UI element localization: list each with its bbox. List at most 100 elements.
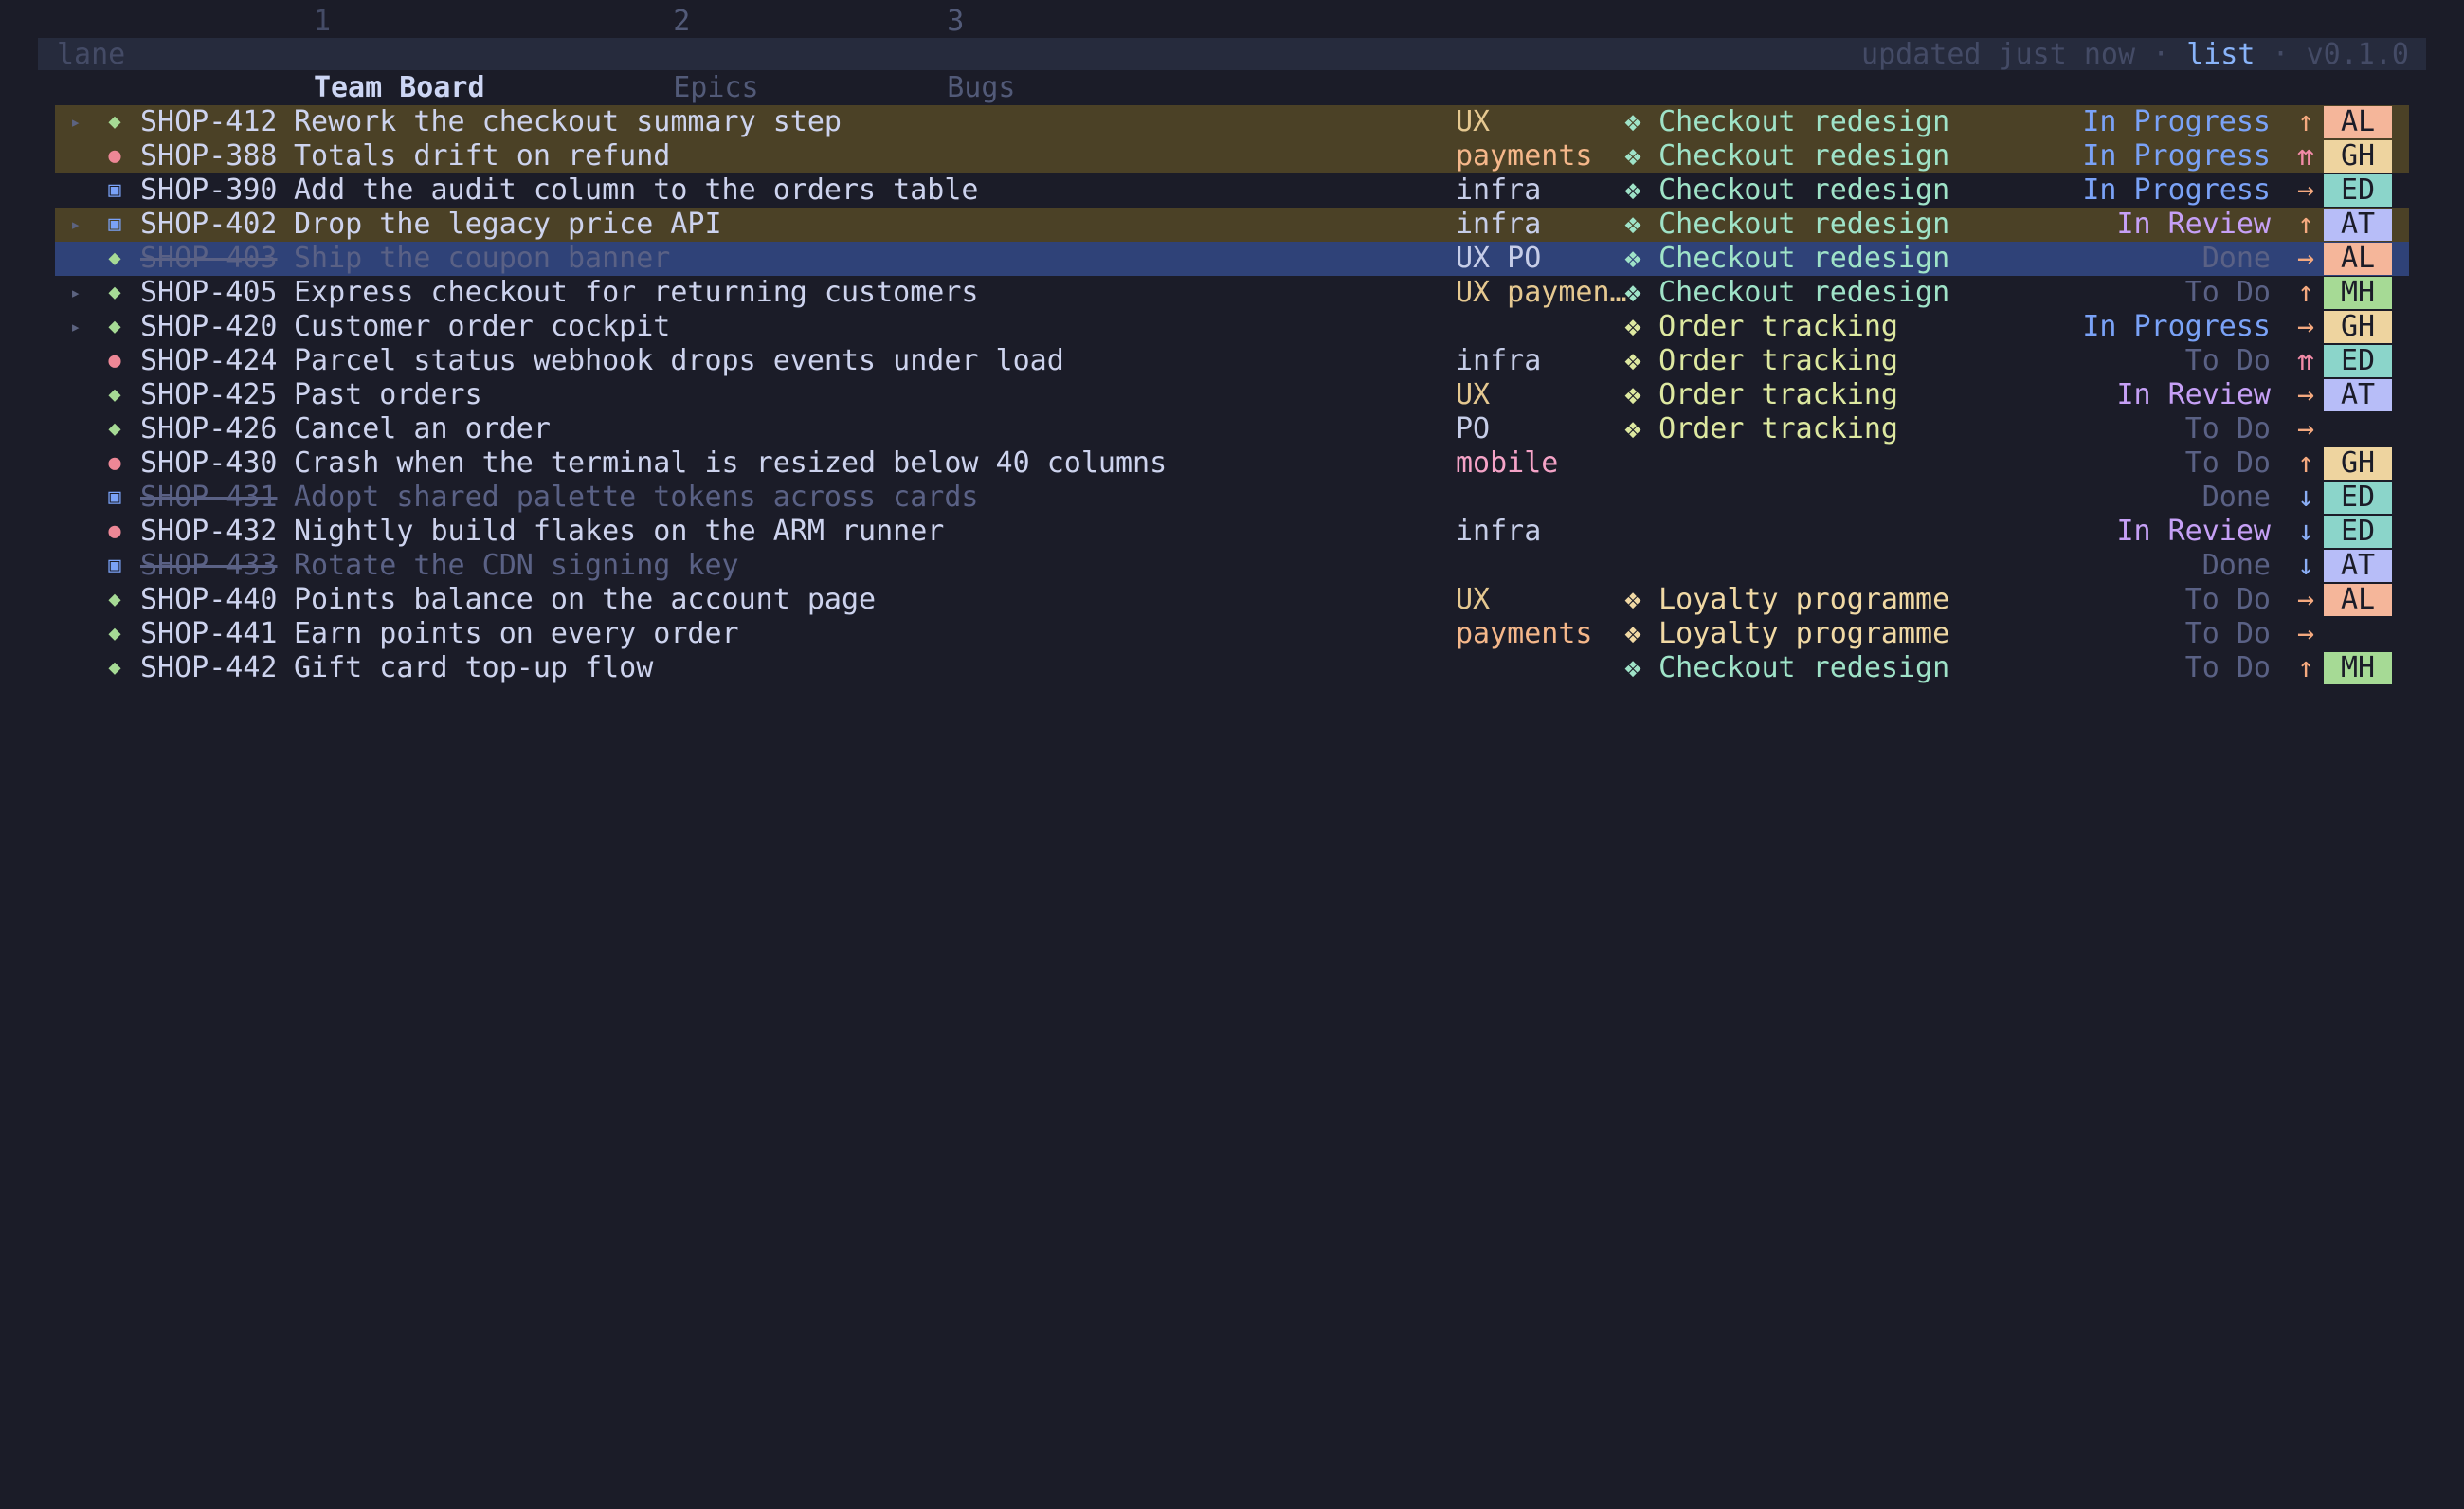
bug-type-icon: ●: [108, 519, 121, 543]
bug-type-icon: ●: [108, 451, 121, 475]
issue-epic: ❖ Loyalty programme: [1624, 583, 1949, 617]
issue-key: SHOP-432: [140, 515, 278, 548]
issue-row[interactable]: ▣ SHOP-390 Add the audit column to the ord…: [55, 173, 2409, 208]
issue-labels: infra: [1456, 208, 1542, 241]
issue-row[interactable]: ▸ ◆ SHOP-420 Customer order cockpit ❖ Order …: [55, 310, 2409, 344]
issue-status: In Progress: [2082, 139, 2271, 173]
issue-labels: infra: [1456, 173, 1542, 207]
issue-title: Ship the coupon banner: [294, 242, 671, 275]
view-mode[interactable]: list: [2186, 38, 2255, 71]
story-type-icon: ◆: [108, 417, 121, 441]
assignee-avatar: ED: [2324, 482, 2392, 514]
issue-row[interactable]: ▸ ◆ SHOP-405 Express checkout for returning…: [55, 276, 2409, 310]
epic-name: Order tracking: [1658, 412, 1898, 445]
epic-name: Order tracking: [1658, 378, 1898, 411]
task-type-icon: ▣: [108, 485, 121, 509]
issue-key: SHOP-426: [140, 412, 278, 445]
assignee-avatar: ED: [2324, 516, 2392, 548]
version-label: v0.1.0: [2306, 37, 2409, 71]
issue-row[interactable]: ◆ SHOP-425 Past orders UX ❖ Order tracking In…: [55, 378, 2409, 412]
bug-type-icon: ●: [108, 144, 121, 168]
issue-labels: UX PO: [1456, 242, 1542, 275]
issue-row[interactable]: ◆ SHOP-426 Cancel an order PO ❖ Order tracki…: [55, 412, 2409, 446]
bug-type-icon: ●: [108, 349, 121, 373]
issue-row[interactable]: ● SHOP-388 Totals drift on refund payments ❖…: [55, 139, 2409, 173]
issue-epic: ❖ Checkout redesign: [1624, 173, 1949, 208]
assignee-avatar: AT: [2324, 209, 2392, 241]
assignee-avatar: AL: [2324, 584, 2392, 616]
story-type-icon: ◆: [108, 246, 121, 270]
story-type-icon: ◆: [108, 281, 121, 304]
issue-labels: UX: [1456, 105, 1491, 138]
tab-number: 2: [673, 4, 691, 38]
issue-row[interactable]: ▸ ▣ SHOP-402 Drop the legacy price API infra…: [55, 208, 2409, 242]
story-type-icon: ◆: [108, 622, 121, 645]
epic-name: Checkout redesign: [1658, 105, 1950, 138]
expand-caret-icon[interactable]: ▸: [70, 105, 81, 139]
issue-title: Points balance on the account page: [294, 583, 877, 616]
issue-title: Rotate the CDN signing key: [294, 549, 739, 582]
issue-row[interactable]: ▸ ◆ SHOP-412 Rework the checkout summary st…: [55, 105, 2409, 139]
issue-key: SHOP-412: [140, 105, 278, 138]
issue-status: Done: [2201, 481, 2271, 514]
priority-icon: ↑: [2296, 651, 2315, 684]
issue-labels: UX paymen…: [1456, 276, 1626, 309]
priority-icon: →: [2296, 242, 2315, 275]
expand-caret-icon[interactable]: ▸: [70, 208, 81, 242]
task-type-icon: ▣: [108, 554, 121, 577]
issue-row[interactable]: ▣ SHOP-433 Rotate the CDN signing key Done ↓…: [55, 549, 2409, 583]
issue-labels: infra: [1456, 344, 1542, 377]
top-bar: lane 1 Team Board 2 Epics 3 Bugs updated…: [38, 5, 2426, 104]
issue-row[interactable]: ▣ SHOP-431 Adopt shared palette tokens acr…: [55, 481, 2409, 515]
priority-icon: ↓: [2296, 515, 2315, 548]
issue-epic: ❖ Order tracking: [1624, 378, 1898, 412]
priority-icon: →: [2296, 617, 2315, 650]
issue-epic: ❖ Checkout redesign: [1624, 105, 1949, 139]
priority-icon: →: [2296, 412, 2315, 445]
issue-row[interactable]: ● SHOP-430 Crash when the terminal is resi…: [55, 446, 2409, 481]
epic-icon: ❖: [1624, 617, 1642, 650]
priority-icon: →: [2296, 310, 2315, 343]
issue-row[interactable]: ◆ SHOP-441 Earn points on every order payme…: [55, 617, 2409, 651]
expand-caret-icon[interactable]: ▸: [70, 310, 81, 344]
assignee-avatar: ED: [2324, 345, 2392, 377]
issue-row[interactable]: ◆ SHOP-442 Gift card top-up flow ❖ Checkout…: [55, 651, 2409, 685]
issue-status: To Do: [2184, 651, 2271, 684]
assignee-avatar: AL: [2324, 243, 2392, 275]
issue-status: In Review: [2116, 378, 2271, 411]
issue-epic: ❖ Checkout redesign: [1624, 651, 1949, 685]
tab-number: 1: [313, 4, 331, 38]
issue-key: SHOP-403: [140, 242, 278, 275]
assignee-avatar: AT: [2324, 550, 2392, 582]
epic-name: Order tracking: [1658, 344, 1898, 377]
issue-labels: mobile: [1456, 446, 1559, 480]
issue-row[interactable]: ● SHOP-432 Nightly build flakes on the ARM…: [55, 515, 2409, 549]
issue-key: SHOP-442: [140, 651, 278, 684]
issue-status: To Do: [2184, 344, 2271, 377]
story-type-icon: ◆: [108, 383, 121, 407]
issue-row[interactable]: ◆ SHOP-403 Ship the coupon banner UX PO ❖ Ch…: [55, 242, 2409, 276]
issue-status: To Do: [2184, 617, 2271, 650]
epic-icon: ❖: [1624, 378, 1642, 411]
issue-key: SHOP-425: [140, 378, 278, 411]
expand-caret-icon[interactable]: ▸: [70, 276, 81, 310]
assignee-avatar: GH: [2324, 311, 2392, 343]
issue-row[interactable]: ◆ SHOP-440 Points balance on the account p…: [55, 583, 2409, 617]
issue-status: To Do: [2184, 446, 2271, 480]
story-type-icon: ◆: [108, 110, 121, 134]
tab-label: Team Board: [313, 70, 485, 104]
issue-title: Nightly build flakes on the ARM runner: [294, 515, 945, 548]
issue-status: To Do: [2184, 583, 2271, 616]
epic-icon: ❖: [1624, 412, 1642, 445]
issue-title: Adopt shared palette tokens across cards: [294, 481, 979, 514]
assignee-avatar: GH: [2324, 140, 2392, 173]
epic-icon: ❖: [1624, 310, 1642, 343]
issue-row[interactable]: ● SHOP-424 Parcel status webhook drops eve…: [55, 344, 2409, 378]
issue-key: SHOP-388: [140, 139, 278, 173]
issue-epic: ❖ Order tracking: [1624, 412, 1898, 446]
assignee-avatar: MH: [2324, 652, 2392, 684]
issue-status: To Do: [2184, 276, 2271, 309]
issue-status: In Review: [2116, 515, 2271, 548]
story-type-icon: ◆: [108, 656, 121, 680]
epic-icon: ❖: [1624, 208, 1642, 241]
